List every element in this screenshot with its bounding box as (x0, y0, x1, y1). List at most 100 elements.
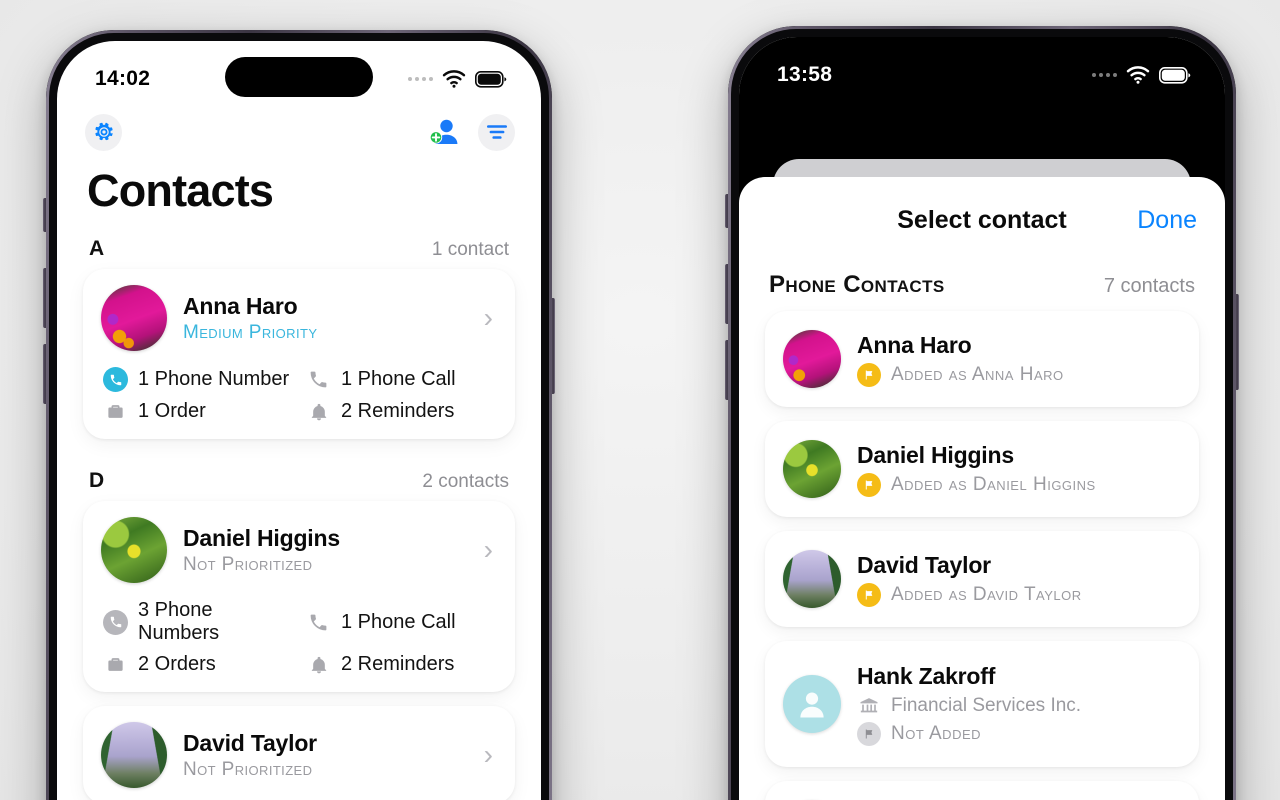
contact-name: Anna Haro (857, 331, 972, 358)
power-button[interactable] (1235, 294, 1239, 390)
filter-button[interactable] (478, 113, 515, 151)
filter-icon (486, 125, 507, 139)
list-item[interactable]: David Taylor Added as David Taylor (765, 531, 1199, 627)
flag-icon (857, 721, 881, 746)
stat-label: 3 Phone Numbers (138, 599, 220, 644)
organization-text: Financial Services Inc. (891, 694, 1082, 716)
right-phone-screen: 13:58 Select contact Done Phone Contacts… (739, 37, 1225, 800)
battery-icon (1159, 66, 1191, 84)
contact-card[interactable]: Anna Haro Medium Priority › 1 Phone Numb… (83, 269, 515, 439)
avatar (783, 550, 841, 608)
avatar (783, 440, 841, 498)
contact-card[interactable]: Daniel Higgins Not Prioritized › 3 Phone… (83, 501, 515, 692)
done-button[interactable]: Done (1137, 206, 1197, 235)
wifi-icon (442, 70, 466, 88)
status-time: 14:02 (95, 67, 151, 90)
chevron-right-icon: › (483, 534, 493, 565)
left-toolbar (57, 103, 541, 157)
list-item[interactable]: Hank Zakroff Financial Services Inc. Not… (765, 641, 1199, 767)
gear-icon (94, 122, 113, 141)
avatar (101, 517, 167, 583)
organization-icon (857, 694, 881, 718)
priority-label: Not Prioritized (183, 758, 313, 780)
dynamic-island (225, 57, 373, 97)
phone-number-icon (103, 367, 128, 392)
chevron-right-icon: › (483, 302, 493, 333)
order-icon (103, 655, 128, 674)
volume-down-button[interactable] (725, 340, 729, 400)
left-phone-device: 14:02 Contacts A 1 contact Anna Haro Med… (43, 30, 555, 800)
wifi-icon (1126, 66, 1150, 84)
contact-name: Daniel Higgins (183, 524, 340, 551)
add-contact-button[interactable] (425, 114, 462, 151)
right-phone-device: 13:58 Select contact Done Phone Contacts… (725, 26, 1239, 800)
contact-name: David Taylor (857, 551, 991, 578)
stat-reminders: 2 Reminders (306, 400, 497, 423)
contact-name: Hank Zakroff (857, 662, 996, 689)
stat-orders: 2 Orders (103, 653, 294, 676)
volume-up-button[interactable] (43, 268, 47, 328)
section-count: 2 contacts (422, 471, 509, 492)
dynamic-island (908, 53, 1056, 93)
reminder-bell-icon (306, 402, 331, 422)
list-item[interactable]: John Appleseed Not Added (765, 781, 1199, 800)
reminder-bell-icon (306, 655, 331, 675)
contact-stats: 1 Phone Number 1 Phone Call 1 Order 2 Re… (101, 367, 497, 423)
volume-up-button[interactable] (725, 264, 729, 324)
status-text: Added as Daniel Higgins (891, 473, 1096, 495)
list-item[interactable]: Daniel Higgins Added as Daniel Higgins (765, 421, 1199, 517)
avatar (783, 330, 841, 388)
contact-card[interactable]: David Taylor Not Prioritized › (83, 706, 515, 800)
settings-button[interactable] (85, 113, 122, 151)
contacts-list: A 1 contact Anna Haro Medium Priority › (57, 221, 541, 800)
priority-label: Not Prioritized (183, 553, 313, 575)
section-count: 7 contacts (1103, 275, 1195, 297)
stat-label: 2 Orders (138, 653, 216, 675)
avatar (101, 722, 167, 788)
section-header-d: D 2 contacts (83, 453, 515, 501)
stat-label: 1 Phone Call (341, 368, 456, 390)
avatar-placeholder (783, 675, 841, 733)
stat-orders: 1 Order (103, 400, 294, 423)
status-text: Added as Anna Haro (891, 363, 1064, 385)
power-button[interactable] (551, 298, 555, 394)
status-time: 13:58 (777, 63, 833, 86)
contact-stats: 3 Phone Numbers 1 Phone Call 2 Orders 2 … (101, 599, 497, 676)
phone-call-icon (306, 612, 331, 633)
stat-phone-numbers: 3 Phone Numbers (103, 599, 294, 645)
contact-name: David Taylor (183, 729, 317, 756)
silent-switch[interactable] (43, 198, 47, 232)
phone-call-icon (306, 369, 331, 390)
stat-label: 2 Reminders (341, 400, 455, 422)
person-icon (800, 692, 824, 718)
add-person-icon (429, 119, 457, 144)
flag-icon (857, 362, 881, 387)
left-phone-screen: 14:02 Contacts A 1 contact Anna Haro Med… (57, 41, 541, 800)
status-text: Added as David Taylor (891, 583, 1082, 605)
stat-label: 1 Phone Number (138, 368, 290, 390)
stat-phone-numbers: 1 Phone Number (103, 367, 294, 392)
section-letter: A (89, 237, 105, 260)
section-title: Phone Contacts (769, 271, 945, 298)
priority-label: Medium Priority (183, 321, 318, 343)
stat-label: 1 Phone Call (341, 610, 456, 633)
section-count: 1 contact (431, 239, 509, 260)
flag-icon (857, 472, 881, 497)
volume-down-button[interactable] (43, 344, 47, 404)
stat-phone-calls: 1 Phone Call (306, 367, 497, 392)
signal-dots-icon (1092, 73, 1117, 77)
list-item[interactable]: Anna Haro Added as Anna Haro (765, 311, 1199, 407)
stat-reminders: 2 Reminders (306, 653, 497, 676)
stat-label: 2 Reminders (341, 653, 455, 675)
section-letter: D (89, 469, 105, 492)
section-header-a: A 1 contact (83, 221, 515, 269)
sheet-section-header: Phone Contacts 7 contacts (739, 263, 1225, 311)
phone-contacts-list: Anna Haro Added as Anna Haro Daniel Higg… (739, 311, 1225, 800)
avatar (101, 285, 167, 351)
stat-label: 1 Order (138, 400, 206, 422)
signal-dots-icon (408, 77, 433, 81)
order-icon (103, 402, 128, 421)
silent-switch[interactable] (725, 194, 729, 228)
stat-phone-calls: 1 Phone Call (306, 599, 497, 645)
contact-name: Anna Haro (183, 292, 298, 319)
